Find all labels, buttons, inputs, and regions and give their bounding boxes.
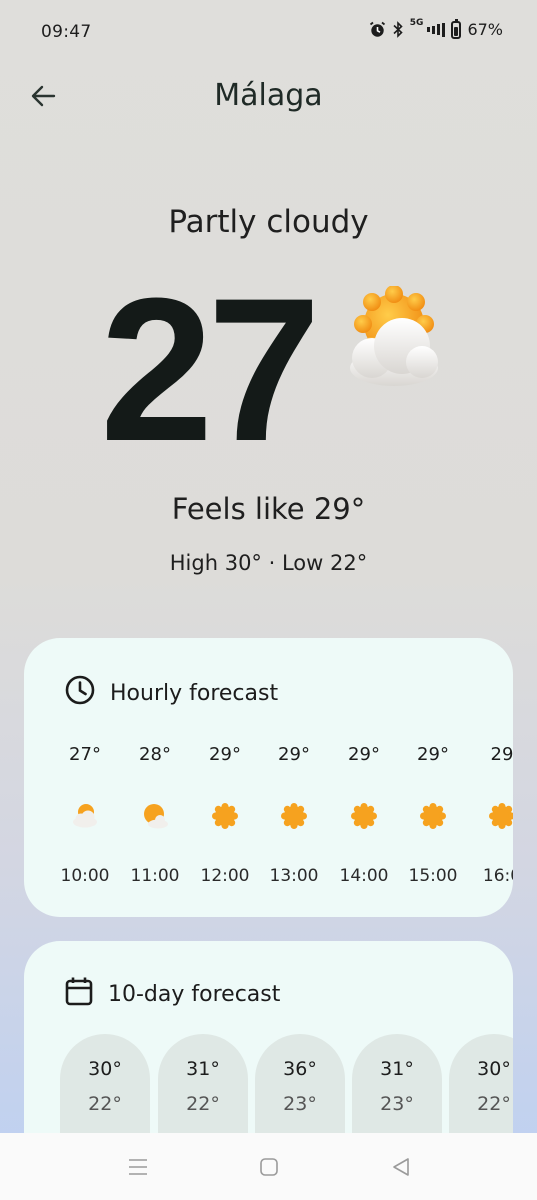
partly-cloudy-icon bbox=[71, 802, 99, 830]
hourly-forecast-title: Hourly forecast bbox=[110, 680, 279, 706]
current-condition: Partly cloudy bbox=[168, 204, 369, 240]
back-triangle-icon[interactable] bbox=[389, 1155, 413, 1179]
sun-icon bbox=[488, 802, 513, 830]
status-icons: 5G 67% bbox=[369, 18, 503, 39]
status-time: 09:47 bbox=[41, 22, 92, 42]
clock-icon bbox=[64, 674, 96, 712]
sun-icon bbox=[280, 802, 308, 830]
current-temperature: 27 bbox=[100, 256, 321, 484]
status-bar: 09:47 5G 67% bbox=[0, 0, 537, 64]
ten-day-forecast-header: 10-day forecast bbox=[64, 975, 280, 1013]
city-title: Málaga bbox=[214, 78, 323, 113]
alarm-icon bbox=[369, 21, 386, 38]
feels-like: Feels like 29° bbox=[171, 492, 366, 526]
calendar-icon bbox=[64, 975, 94, 1013]
system-nav-bar bbox=[0, 1133, 537, 1200]
high-low: High 30° · Low 22° bbox=[169, 551, 368, 575]
partly-cloudy-icon bbox=[141, 802, 169, 830]
hourly-forecast-card[interactable]: Hourly forecast 27° 10:00 28° 11:00 29° … bbox=[24, 638, 513, 917]
signal-icon bbox=[427, 22, 446, 37]
sun-icon bbox=[350, 802, 378, 830]
sun-icon bbox=[419, 802, 447, 830]
battery-percent: 67% bbox=[467, 20, 503, 39]
menu-icon[interactable] bbox=[126, 1155, 150, 1179]
sun-icon bbox=[211, 802, 239, 830]
battery-icon bbox=[451, 18, 462, 39]
partly-cloudy-icon bbox=[336, 285, 442, 390]
network-type-icon: 5G bbox=[409, 18, 424, 28]
bluetooth-icon bbox=[392, 21, 404, 38]
home-icon[interactable] bbox=[257, 1155, 281, 1179]
ten-day-forecast-title: 10-day forecast bbox=[108, 981, 281, 1007]
hourly-forecast-header: Hourly forecast bbox=[64, 674, 278, 712]
